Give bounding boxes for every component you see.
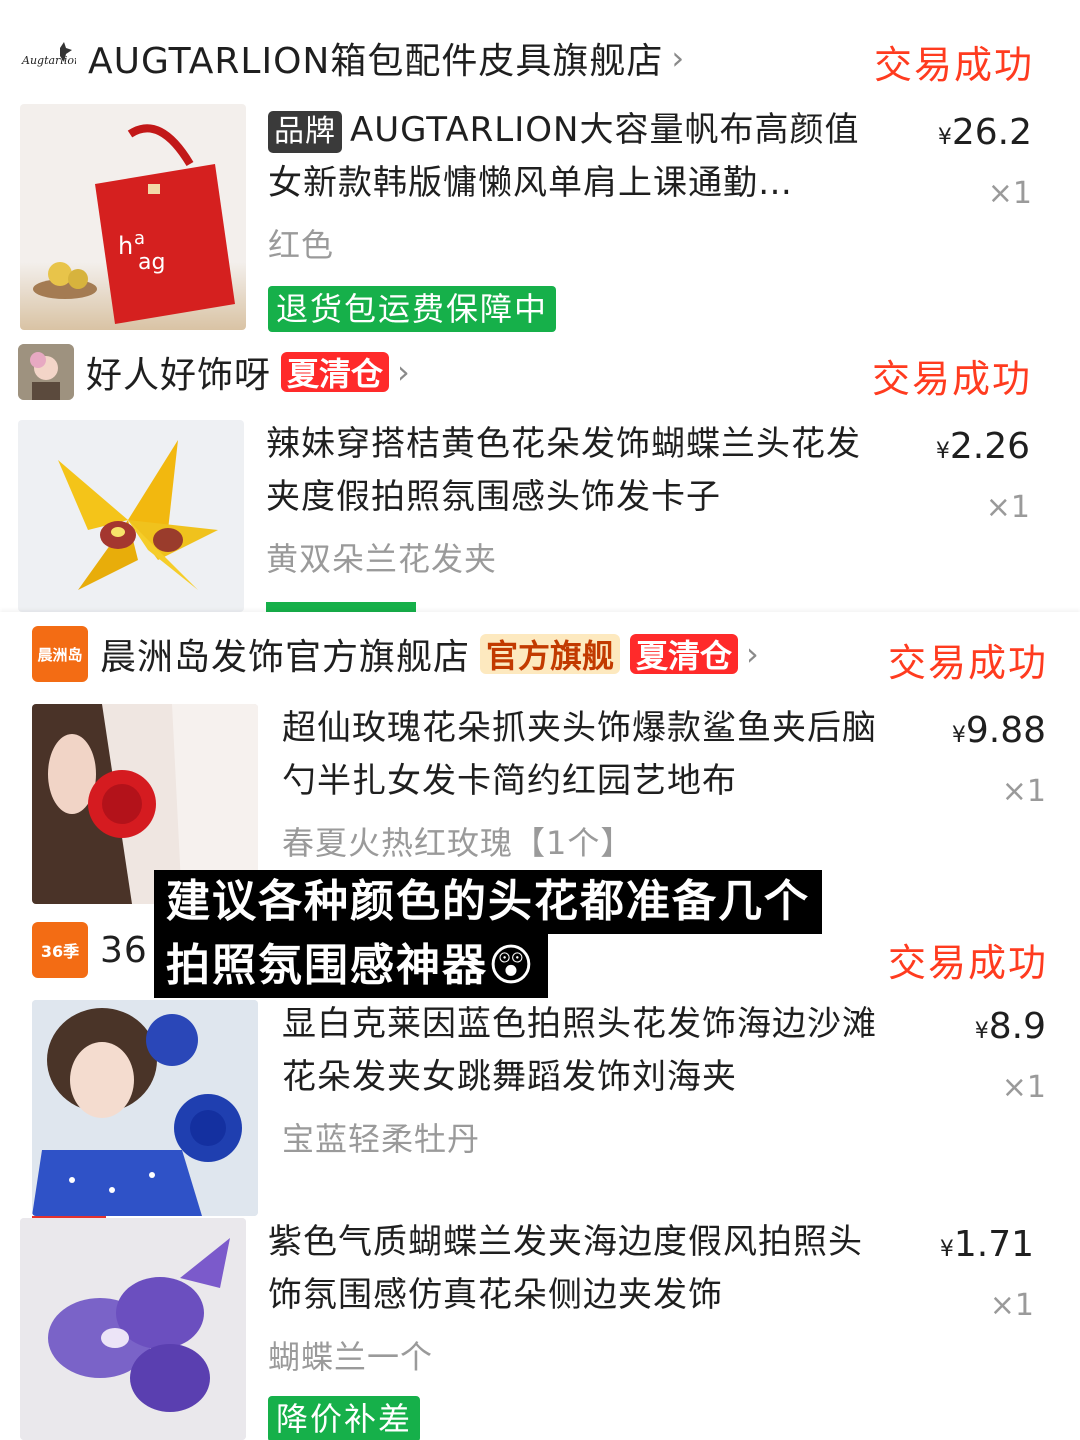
store-logo: 晨洲岛 — [32, 626, 88, 682]
order-status: 交易成功 — [871, 357, 1032, 401]
purple-orchid-image — [20, 1218, 246, 1440]
product-title[interactable]: 辣妹穿搭桔黄色花朵发饰蝴蝶兰头花发夹度假拍照氛围感头饰发卡子 — [266, 418, 886, 524]
product-spec: 黄双朵兰花发夹 — [266, 540, 498, 578]
product-spec: 红色 — [268, 226, 335, 264]
currency-symbol: ¥ — [974, 1019, 989, 1044]
svg-text:h: h — [118, 232, 133, 260]
price-value: 9.88 — [965, 710, 1046, 751]
order-card-1: Augtarlion AUGTARLION箱包配件皮具旗舰店 › 交易成功 h … — [0, 0, 1080, 340]
price-value: 1.71 — [953, 1224, 1034, 1265]
product-image[interactable] — [32, 1000, 258, 1216]
svg-text:ag: ag — [138, 250, 165, 275]
product-price: ¥26.2 — [938, 112, 1032, 153]
store-name: 36 — [100, 929, 148, 971]
product-quantity: ×1 — [989, 1288, 1034, 1323]
store-logo-text: 晨洲岛 — [37, 645, 83, 664]
store-logo: Augtarlion — [20, 30, 76, 86]
product-spec: 春夏火热红玫瑰【1个】 — [282, 824, 634, 862]
currency-symbol: ¥ — [951, 723, 966, 748]
price-compensation-badge: 降价补差 — [268, 1396, 421, 1440]
caption-line-1: 建议各种颜色的头花都准备几个 — [154, 870, 822, 934]
product-quantity: ×1 — [987, 176, 1032, 211]
product-image[interactable] — [20, 1218, 246, 1440]
order-card-3: 晨洲岛 晨洲岛发饰官方旗舰店 官方旗舰 夏清仓 › 交易成功 超仙玫瑰花朵抓夹头… — [0, 612, 1080, 904]
red-tote-bag-image: h a ag — [33, 124, 235, 324]
yellow-orchid-image — [58, 440, 218, 590]
blue-peony-clip-image — [32, 1000, 258, 1216]
store-header[interactable]: 36季 36 — [32, 920, 148, 980]
order-card-2: 好人好饰呀 夏清仓 › 交易成功 辣妹穿搭桔黄色花朵发饰蝴蝶兰头花发夹度假拍照氛… — [0, 340, 1080, 612]
product-price: ¥8.9 — [975, 1006, 1046, 1047]
product-quantity: ×1 — [1001, 1070, 1046, 1105]
product-title[interactable]: 紫色气质蝴蝶兰发夹海边度假风拍照头饰氛围感仿真花朵侧边夹发饰 — [268, 1216, 888, 1322]
product-quantity: ×1 — [1001, 774, 1046, 809]
order-status: 交易成功 — [887, 641, 1048, 685]
augtarlion-logo-icon: Augtarlion — [21, 42, 76, 67]
product-price: ¥2.26 — [936, 426, 1030, 467]
product-title[interactable]: 品牌 AUGTARLION大容量帆布高颜值女新款韩版慵懒风单肩上课通勤… — [268, 104, 888, 210]
product-title-text: AUGTARLION大容量帆布高颜值女新款韩版慵懒风单肩上课通勤… — [268, 110, 860, 203]
order-status: 交易成功 — [887, 941, 1048, 985]
brand-tag: 品牌 — [268, 111, 342, 153]
return-shipping-badge: 退货包运费保障中 — [268, 286, 557, 332]
store-logo: 36季 — [32, 922, 88, 978]
store-header[interactable]: 晨洲岛 晨洲岛发饰官方旗舰店 官方旗舰 夏清仓 › — [32, 624, 759, 684]
caption-line-2: 拍照氛围感神器😲 — [154, 934, 548, 998]
avatar-icon — [18, 344, 74, 400]
chevron-right-icon[interactable]: › — [397, 353, 410, 391]
price-value: 26.2 — [951, 112, 1032, 153]
store-header[interactable]: 好人好饰呀 夏清仓 › — [18, 342, 410, 402]
product-image[interactable]: h a ag — [20, 104, 246, 330]
store-logo-text: 36季 — [40, 942, 80, 961]
svg-text:a: a — [134, 228, 145, 249]
store-avatar — [18, 344, 74, 400]
product-image[interactable] — [18, 420, 244, 612]
store-name: 好人好饰呀 — [86, 355, 272, 396]
partial-green-badge — [266, 602, 416, 612]
product-title[interactable]: 超仙玫瑰花朵抓夹头饰爆款鲨鱼夹后脑勺半扎女发卡简约红园艺地布 — [282, 702, 902, 808]
svg-text:Augtarlion: Augtarlion — [21, 54, 76, 67]
order-card-5: 紫色气质蝴蝶兰发夹海边度假风拍照头饰氛围感仿真花朵侧边夹发饰 蝴蝶兰一个 降价补… — [0, 1216, 1080, 1440]
product-price: ¥9.88 — [952, 710, 1046, 751]
product-price: ¥1.71 — [940, 1224, 1034, 1265]
currency-symbol: ¥ — [937, 125, 952, 150]
store-header[interactable]: Augtarlion AUGTARLION箱包配件皮具旗舰店 › — [20, 28, 684, 88]
price-value: 8.9 — [988, 1006, 1046, 1047]
product-quantity: ×1 — [985, 490, 1030, 525]
product-title[interactable]: 显白克莱因蓝色拍照头花发饰海边沙滩花朵发夹女跳舞蹈发饰刘海夹 — [282, 998, 902, 1104]
clearance-tag: 夏清仓 — [630, 634, 739, 675]
store-name: 晨洲岛发饰官方旗舰店 — [100, 637, 471, 678]
order-status: 交易成功 — [873, 43, 1034, 87]
product-spec: 宝蓝轻柔牡丹 — [282, 1120, 481, 1158]
clearance-tag: 夏清仓 — [281, 352, 390, 393]
product-spec: 蝴蝶兰一个 — [268, 1338, 434, 1376]
official-flagship-tag: 官方旗舰 — [480, 634, 621, 675]
currency-symbol: ¥ — [939, 1237, 954, 1262]
chevron-right-icon[interactable]: › — [746, 635, 759, 673]
currency-symbol: ¥ — [935, 439, 950, 464]
price-value: 2.26 — [949, 426, 1030, 467]
store-name: AUGTARLION箱包配件皮具旗舰店 — [88, 41, 664, 82]
chevron-right-icon[interactable]: › — [671, 39, 684, 77]
